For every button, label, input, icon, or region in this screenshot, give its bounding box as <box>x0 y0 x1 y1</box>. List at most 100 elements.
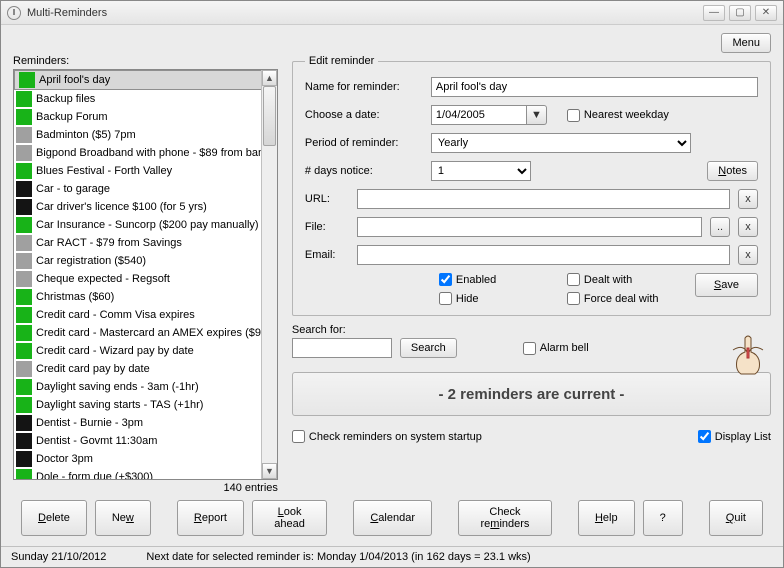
file-label: File: <box>305 221 349 233</box>
url-clear-button[interactable]: x <box>738 189 758 209</box>
date-input[interactable] <box>431 105 527 125</box>
check-reminders-button[interactable]: Check reminders <box>458 500 552 536</box>
color-swatch <box>16 325 32 341</box>
list-item[interactable]: Christmas ($60) <box>14 288 277 306</box>
color-swatch <box>19 72 35 88</box>
edit-reminder-group: Edit reminder Name for reminder: Choose … <box>292 55 771 316</box>
right-panel: Edit reminder Name for reminder: Choose … <box>292 55 771 494</box>
alarm-bell-checkbox[interactable] <box>523 342 536 355</box>
list-item[interactable]: Daylight saving ends - 3am (-1hr) <box>14 378 277 396</box>
delete-button[interactable]: Delete <box>21 500 87 536</box>
window-controls: — ▢ ✕ <box>703 5 777 21</box>
scroll-up-icon[interactable]: ▲ <box>262 70 277 86</box>
scroll-thumb[interactable] <box>263 86 276 146</box>
list-item[interactable]: Credit card - Mastercard an AMEX expires… <box>14 324 277 342</box>
list-item-label: Credit card - Comm Visa expires <box>36 309 195 321</box>
email-clear-button[interactable]: x <box>738 245 758 265</box>
maximize-button[interactable]: ▢ <box>729 5 751 21</box>
list-item[interactable]: Backup files <box>14 90 277 108</box>
calendar-button[interactable]: Calendar <box>353 500 432 536</box>
file-clear-button[interactable]: x <box>738 217 758 237</box>
list-item-label: Dentist - Burnie - 3pm <box>36 417 143 429</box>
help-button[interactable]: Help <box>578 500 635 536</box>
list-item-label: Doctor 3pm <box>36 453 93 465</box>
report-button[interactable]: Report <box>177 500 244 536</box>
list-item[interactable]: Bigpond Broadband with phone - $89 from … <box>14 144 277 162</box>
scrollbar[interactable]: ▲ ▼ <box>261 70 277 479</box>
enabled-checkbox[interactable] <box>439 273 452 286</box>
search-button[interactable]: Search <box>400 338 457 358</box>
days-notice-select[interactable]: 1 <box>431 161 531 181</box>
list-item-label: Credit card - Mastercard an AMEX expires… <box>36 327 271 339</box>
reminders-label: Reminders: <box>13 55 278 67</box>
save-button[interactable]: Save <box>695 273 758 297</box>
email-input[interactable] <box>357 245 730 265</box>
list-item-label: Backup Forum <box>36 111 108 123</box>
list-item[interactable]: Car Insurance - Suncorp ($200 pay manual… <box>14 216 277 234</box>
days-notice-label: # days notice: <box>305 165 423 177</box>
hide-checkbox[interactable] <box>439 292 452 305</box>
search-area: Search for: Search Alarm bell <box>292 324 771 358</box>
list-item[interactable]: Daylight saving starts - TAS (+1hr) <box>14 396 277 414</box>
search-input[interactable] <box>292 338 392 358</box>
list-item-label: Car - to garage <box>36 183 110 195</box>
scroll-down-icon[interactable]: ▼ <box>262 463 277 479</box>
list-item-label: Car registration ($540) <box>36 255 146 267</box>
list-item[interactable]: April fool's day <box>14 70 277 90</box>
color-swatch <box>16 307 32 323</box>
status-bar: Sunday 21/10/2012 Next date for selected… <box>1 546 783 567</box>
list-item[interactable]: Credit card pay by date <box>14 360 277 378</box>
body: Menu Reminders: April fool's day Backup f… <box>1 25 783 546</box>
startup-check-checkbox[interactable] <box>292 430 305 443</box>
minimize-button[interactable]: — <box>703 5 725 21</box>
url-input[interactable] <box>357 189 730 209</box>
display-list-checkbox[interactable] <box>698 430 711 443</box>
file-input[interactable] <box>357 217 702 237</box>
list-item[interactable]: Badminton ($5) 7pm <box>14 126 277 144</box>
list-item[interactable]: Car RACT - $79 from Savings <box>14 234 277 252</box>
color-swatch <box>16 361 32 377</box>
reminders-listbox[interactable]: April fool's day Backup files Backup Forum… <box>13 69 278 480</box>
list-item[interactable]: Dentist - Burnie - 3pm <box>14 414 277 432</box>
list-item-label: Credit card - Wizard pay by date <box>36 345 194 357</box>
list-item-label: Badminton ($5) 7pm <box>36 129 136 141</box>
name-input[interactable] <box>431 77 758 97</box>
date-dropdown-icon[interactable]: ▼ <box>527 105 547 125</box>
color-swatch <box>16 343 32 359</box>
current-reminders-banner[interactable]: - 2 reminders are current - <box>292 372 771 416</box>
scroll-track[interactable] <box>262 86 277 463</box>
list-item[interactable]: Car - to garage <box>14 180 277 198</box>
list-item[interactable]: Dentist - Govmt 11:30am <box>14 432 277 450</box>
color-swatch <box>16 181 32 197</box>
nearest-weekday-checkbox[interactable] <box>567 109 580 122</box>
entries-count: 140 entries <box>13 482 278 494</box>
color-swatch <box>16 397 32 413</box>
list-item[interactable]: Backup Forum <box>14 108 277 126</box>
color-swatch <box>16 217 32 233</box>
color-swatch <box>16 109 32 125</box>
list-item-label: April fool's day <box>39 74 110 86</box>
file-browse-button[interactable]: .. <box>710 217 730 237</box>
look-ahead-button[interactable]: Look ahead <box>252 500 327 536</box>
color-swatch <box>16 163 32 179</box>
list-item[interactable]: Dole - form due (+$300) <box>14 468 277 479</box>
close-button[interactable]: ✕ <box>755 5 777 21</box>
list-item[interactable]: Car driver's licence $100 (for 5 yrs) <box>14 198 277 216</box>
quit-button[interactable]: Quit <box>709 500 763 536</box>
question-button[interactable]: ? <box>643 500 683 536</box>
list-item[interactable]: Car registration ($540) <box>14 252 277 270</box>
list-item[interactable]: Doctor 3pm <box>14 450 277 468</box>
notes-button[interactable]: Notes <box>707 161 758 181</box>
titlebar: Multi-Reminders — ▢ ✕ <box>1 1 783 25</box>
dealt-with-checkbox[interactable] <box>567 273 580 286</box>
force-deal-checkbox[interactable] <box>567 292 580 305</box>
list-item[interactable]: Credit card - Comm Visa expires <box>14 306 277 324</box>
list-item[interactable]: Cheque expected - Regsoft <box>14 270 277 288</box>
url-label: URL: <box>305 193 349 205</box>
list-item[interactable]: Blues Festival - Forth Valley <box>14 162 277 180</box>
list-item-label: Car Insurance - Suncorp ($200 pay manual… <box>36 219 259 231</box>
new-button[interactable]: New <box>95 500 151 536</box>
menu-button[interactable]: Menu <box>721 33 771 53</box>
period-select[interactable]: Yearly <box>431 133 691 153</box>
list-item[interactable]: Credit card - Wizard pay by date <box>14 342 277 360</box>
